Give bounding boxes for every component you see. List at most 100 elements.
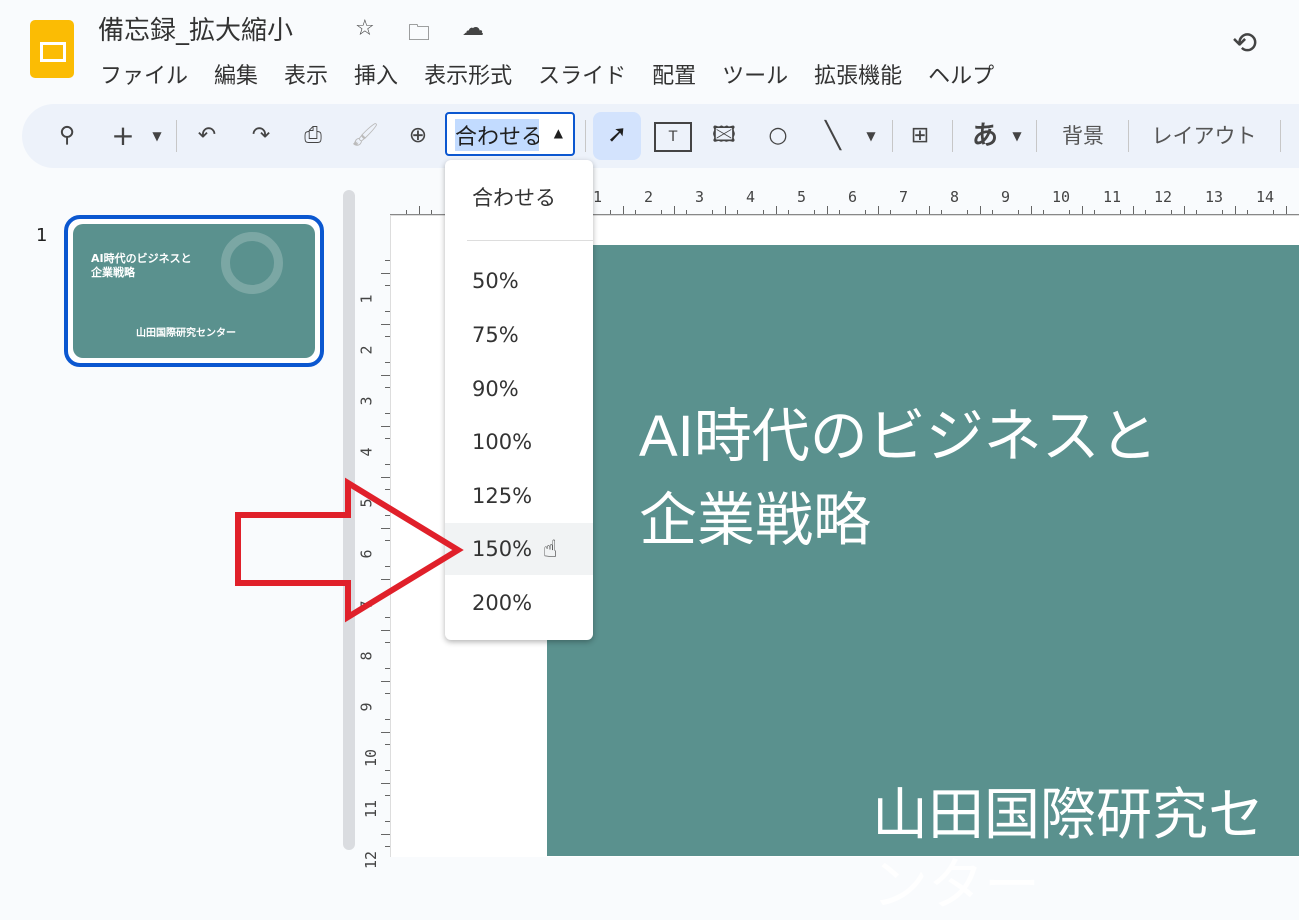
ruler-tick <box>385 361 390 363</box>
menu-view[interactable]: 表示 <box>284 58 328 90</box>
paint-format-icon[interactable]: 🖌 <box>350 118 380 154</box>
menu-extensions[interactable]: 拡張機能 <box>814 58 902 90</box>
menu-format[interactable]: 表示形式 <box>424 58 512 90</box>
ruler-label: 1 <box>593 188 603 206</box>
slide[interactable]: AI時代のビジネスと 企業戦略 山田国際研究センター <box>547 245 1299 916</box>
thumb-title: AI時代のビジネスと 企業戦略 <box>91 252 192 280</box>
ruler-tick <box>381 374 390 376</box>
zoom-option-90[interactable]: 90% <box>445 363 593 415</box>
divider <box>892 120 893 152</box>
undo-icon[interactable]: ↶ <box>192 118 222 154</box>
menu-bar: ファイル 編集 表示 挿入 表示形式 スライド 配置 ツール 拡張機能 ヘルプ <box>100 58 994 90</box>
chevron-down-icon[interactable]: ▼ <box>862 118 880 154</box>
select-tool-button[interactable]: ➚ <box>593 112 641 160</box>
zoom-select[interactable]: 合わせる ▲ <box>445 112 575 156</box>
zoom-option-fit[interactable]: 合わせる <box>445 172 593 224</box>
image-icon[interactable]: 🖾 <box>708 118 740 154</box>
ruler-label: 11 <box>362 799 381 819</box>
comment-icon[interactable]: ⊞ <box>904 118 936 154</box>
ruler-tick <box>385 310 390 312</box>
ruler-tick <box>385 412 390 414</box>
ruler-tick <box>385 438 390 440</box>
ruler-tick <box>385 795 390 797</box>
ruler-label: 1 <box>357 294 376 304</box>
ruler-tick <box>385 846 390 848</box>
ruler-tick <box>381 782 390 784</box>
chevron-down-icon[interactable]: ▼ <box>148 118 166 154</box>
ruler-label: 5 <box>797 188 807 206</box>
thumb-title-line2: 企業戦略 <box>91 266 135 279</box>
slide-thumbnail[interactable]: AI時代のビジネスと 企業戦略 山田国際研究センター <box>64 215 324 367</box>
ruler-tick <box>385 820 390 822</box>
divider <box>952 120 953 152</box>
redo-icon[interactable]: ↷ <box>246 118 276 154</box>
slides-logo[interactable] <box>30 20 74 78</box>
ruler-tick <box>381 833 390 835</box>
divider <box>1036 120 1037 152</box>
layout-button[interactable]: レイアウト <box>1142 118 1266 154</box>
ruler-label: 7 <box>899 188 909 206</box>
cloud-saved-icon[interactable]: ☁ <box>462 16 484 41</box>
ruler-label: 3 <box>357 396 376 406</box>
divider <box>1128 120 1129 152</box>
menu-slide[interactable]: スライド <box>538 58 626 90</box>
ruler-tick <box>385 744 390 746</box>
ruler-tick <box>385 259 390 261</box>
ruler-label: 4 <box>357 447 376 457</box>
document-title[interactable]: 備忘録_拡大縮小 <box>98 10 293 47</box>
thumb-subtitle: 山田国際研究センター <box>136 328 236 339</box>
menu-help[interactable]: ヘルプ <box>928 58 994 90</box>
ruler-label: 2 <box>357 345 376 355</box>
zoom-option-50[interactable]: 50% <box>445 255 593 307</box>
chevron-up-icon: ▲ <box>553 126 563 140</box>
ruler-tick <box>381 272 390 274</box>
ruler-label: 13 <box>1205 188 1224 206</box>
ruler-tick <box>381 629 390 631</box>
ruler-tick <box>385 642 390 644</box>
menu-insert[interactable]: 挿入 <box>354 58 398 90</box>
slide-title-line1: AI時代のビジネスと <box>639 404 1158 469</box>
zoom-icon[interactable]: ⊕ <box>403 118 433 154</box>
slide-subtitle[interactable]: 山田国際研究センター <box>872 780 1292 920</box>
print-icon[interactable]: ⎙ <box>298 118 328 154</box>
slide-number: 1 <box>36 225 48 246</box>
menu-edit[interactable]: 編集 <box>214 58 258 90</box>
ruler-label: 8 <box>357 651 376 661</box>
ruler-label: 12 <box>1154 188 1173 206</box>
menu-file[interactable]: ファイル <box>100 58 188 90</box>
ruler-label: 9 <box>357 702 376 712</box>
ruler-label: 10 <box>1052 188 1071 206</box>
zoom-option-100[interactable]: 100% <box>445 416 593 468</box>
star-icon[interactable]: ☆ <box>355 16 375 41</box>
ruler-tick <box>385 667 390 669</box>
history-icon[interactable]: ⟲ <box>1232 26 1257 61</box>
search-icon[interactable]: ⚲ <box>52 118 82 154</box>
zoom-option-75[interactable]: 75% <box>445 309 593 361</box>
donut-decoration <box>221 232 283 294</box>
shape-icon[interactable]: ○ <box>762 118 794 154</box>
background-button[interactable]: 背景 <box>1050 118 1116 154</box>
menu-tools[interactable]: ツール <box>722 58 788 90</box>
ruler-tick <box>385 769 390 771</box>
menu-arrange[interactable]: 配置 <box>652 58 696 90</box>
ruler-label: 8 <box>950 188 960 206</box>
ruler-tick <box>381 680 390 682</box>
ruler-tick <box>385 693 390 695</box>
ruler-label: 6 <box>848 188 858 206</box>
ruler-tick <box>385 718 390 720</box>
red-arrow-annotation <box>235 477 464 623</box>
thumb-title-line1: AI時代のビジネスと <box>91 252 192 265</box>
ruler-tick <box>385 285 390 287</box>
slide-title[interactable]: AI時代のビジネスと 企業戦略 <box>639 395 1279 563</box>
chevron-down-icon[interactable]: ▼ <box>1008 118 1026 154</box>
text-box-icon[interactable]: T <box>654 122 692 152</box>
zoom-value: 合わせる <box>455 119 539 151</box>
ruler-label: 10 <box>362 748 381 768</box>
new-slide-button[interactable]: + <box>108 118 138 154</box>
move-folder-icon[interactable]: 🗀 <box>408 16 430 54</box>
line-icon[interactable]: ╲ <box>818 118 848 154</box>
ruler-tick <box>381 323 390 325</box>
cursor-icon: ➚ <box>607 120 628 148</box>
divider <box>467 240 593 241</box>
input-tools-button[interactable]: あ <box>968 118 1002 154</box>
